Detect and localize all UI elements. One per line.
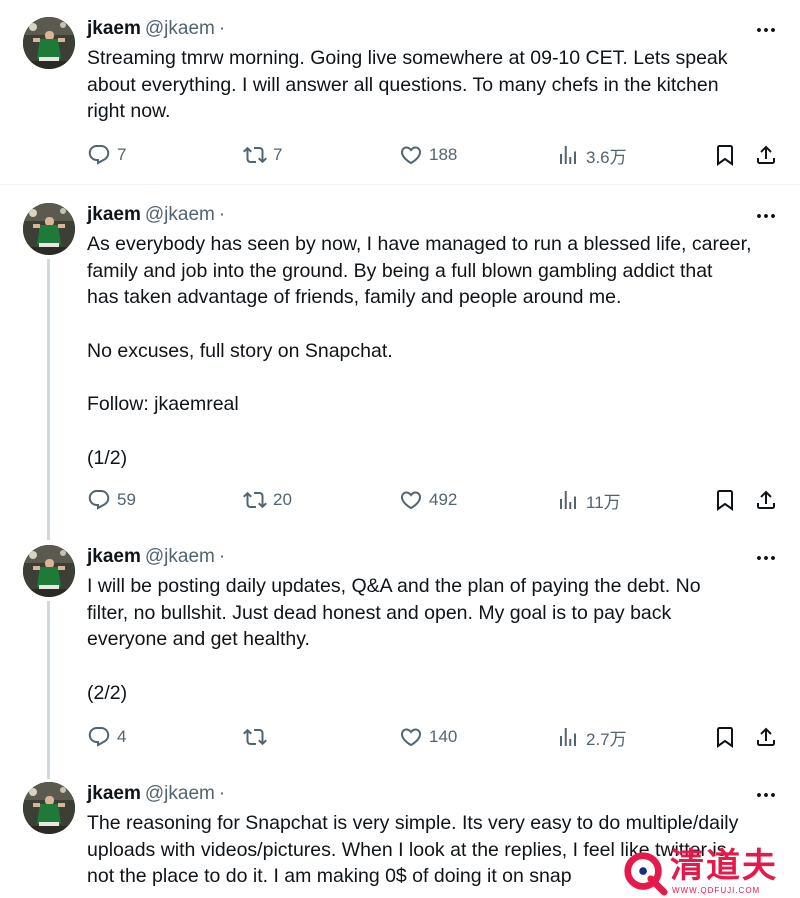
watermark-text: 清道夫: [670, 846, 778, 886]
reply-count: 4: [117, 727, 127, 746]
like-icon: [399, 143, 423, 167]
avatar[interactable]: [23, 17, 75, 69]
reply-count: 7: [117, 145, 127, 164]
repost-icon: [243, 143, 267, 167]
separator-dot: ·: [218, 783, 226, 804]
user-handle[interactable]: @jkaem: [145, 783, 215, 804]
share-icon: [754, 725, 778, 749]
repost-count: 20: [273, 490, 292, 509]
user-handle[interactable]: @jkaem: [145, 18, 215, 39]
separator-dot: ·: [218, 18, 226, 39]
like-count: 188: [429, 145, 458, 164]
like-button[interactable]: 140: [399, 723, 457, 751]
bookmark-icon: [713, 488, 737, 512]
views-count: 11万: [586, 492, 621, 512]
views-button[interactable]: 2.7万: [556, 723, 627, 751]
watermark-magnifier-icon: [622, 850, 668, 896]
watermark-logo: 清道夫 WWW.QDFUJI.COM: [618, 848, 800, 898]
tweet-header: jkaem @jkaem ·: [87, 782, 225, 806]
repost-button[interactable]: [243, 723, 273, 751]
like-icon: [399, 488, 423, 512]
views-icon: [556, 488, 580, 512]
thread-line: [47, 601, 50, 779]
avatar[interactable]: [23, 782, 75, 834]
tweet[interactable]: jkaem @jkaem · I will be posting daily upd…: [0, 527, 800, 779]
share-button[interactable]: [754, 723, 778, 751]
share-icon: [754, 143, 778, 167]
tweet-text: Streaming tmrw morning. Going live somew…: [87, 47, 728, 123]
reply-icon: [87, 143, 111, 167]
tweet-text: I will be posting daily updates, Q&A and…: [87, 575, 701, 704]
display-name[interactable]: jkaem: [87, 546, 141, 567]
bookmark-button[interactable]: [713, 486, 737, 514]
views-button[interactable]: 3.6万: [556, 141, 627, 169]
more-icon[interactable]: [752, 783, 780, 807]
watermark-url: WWW.QDFUJI.COM: [672, 886, 761, 895]
display-name[interactable]: jkaem: [87, 204, 141, 225]
tweet-actions: 59 20 492 11万: [87, 486, 787, 514]
tweet[interactable]: jkaem @jkaem · As everybody has seen by no…: [0, 185, 800, 540]
like-count: 492: [429, 490, 458, 509]
repost-count: 7: [273, 145, 283, 164]
views-count: 3.6万: [586, 147, 627, 167]
reply-button[interactable]: 7: [87, 141, 126, 169]
views-icon: [556, 143, 580, 167]
tweet-header: jkaem @jkaem ·: [87, 545, 225, 569]
share-button[interactable]: [754, 141, 778, 169]
tweet-text: As everybody has seen by now, I have man…: [87, 233, 752, 469]
more-icon[interactable]: [752, 18, 780, 42]
bookmark-button[interactable]: [713, 723, 737, 751]
reply-button[interactable]: 4: [87, 723, 126, 751]
like-button[interactable]: 188: [399, 141, 457, 169]
like-button[interactable]: 492: [399, 486, 457, 514]
share-button[interactable]: [754, 486, 778, 514]
reply-icon: [87, 488, 111, 512]
repost-icon: [243, 488, 267, 512]
avatar[interactable]: [23, 203, 75, 255]
display-name[interactable]: jkaem: [87, 783, 141, 804]
repost-button[interactable]: 7: [243, 141, 282, 169]
user-handle[interactable]: @jkaem: [145, 546, 215, 567]
views-count: 2.7万: [586, 729, 627, 749]
reply-count: 59: [117, 490, 136, 509]
repost-icon: [243, 725, 267, 749]
tweet[interactable]: jkaem @jkaem · Streaming tmrw morning. Goi…: [0, 0, 800, 184]
thread-line: [47, 259, 50, 540]
tweet-actions: 4 140 2.7万: [87, 723, 787, 751]
separator-dot: ·: [218, 204, 226, 225]
share-icon: [754, 488, 778, 512]
views-button[interactable]: 11万: [556, 486, 621, 514]
views-icon: [556, 725, 580, 749]
like-count: 140: [429, 727, 458, 746]
reply-icon: [87, 725, 111, 749]
tweet-header: jkaem @jkaem ·: [87, 17, 225, 41]
tweet-header: jkaem @jkaem ·: [87, 203, 225, 227]
separator-dot: ·: [218, 546, 226, 567]
avatar[interactable]: [23, 545, 75, 597]
bookmark-icon: [713, 725, 737, 749]
repost-button[interactable]: 20: [243, 486, 292, 514]
more-icon[interactable]: [752, 204, 780, 228]
tweet-actions: 7 7 188 3.6万: [87, 141, 787, 169]
bookmark-button[interactable]: [713, 141, 737, 169]
reply-button[interactable]: 59: [87, 486, 136, 514]
user-handle[interactable]: @jkaem: [145, 204, 215, 225]
display-name[interactable]: jkaem: [87, 18, 141, 39]
bookmark-icon: [713, 143, 737, 167]
more-icon[interactable]: [752, 546, 780, 570]
like-icon: [399, 725, 423, 749]
